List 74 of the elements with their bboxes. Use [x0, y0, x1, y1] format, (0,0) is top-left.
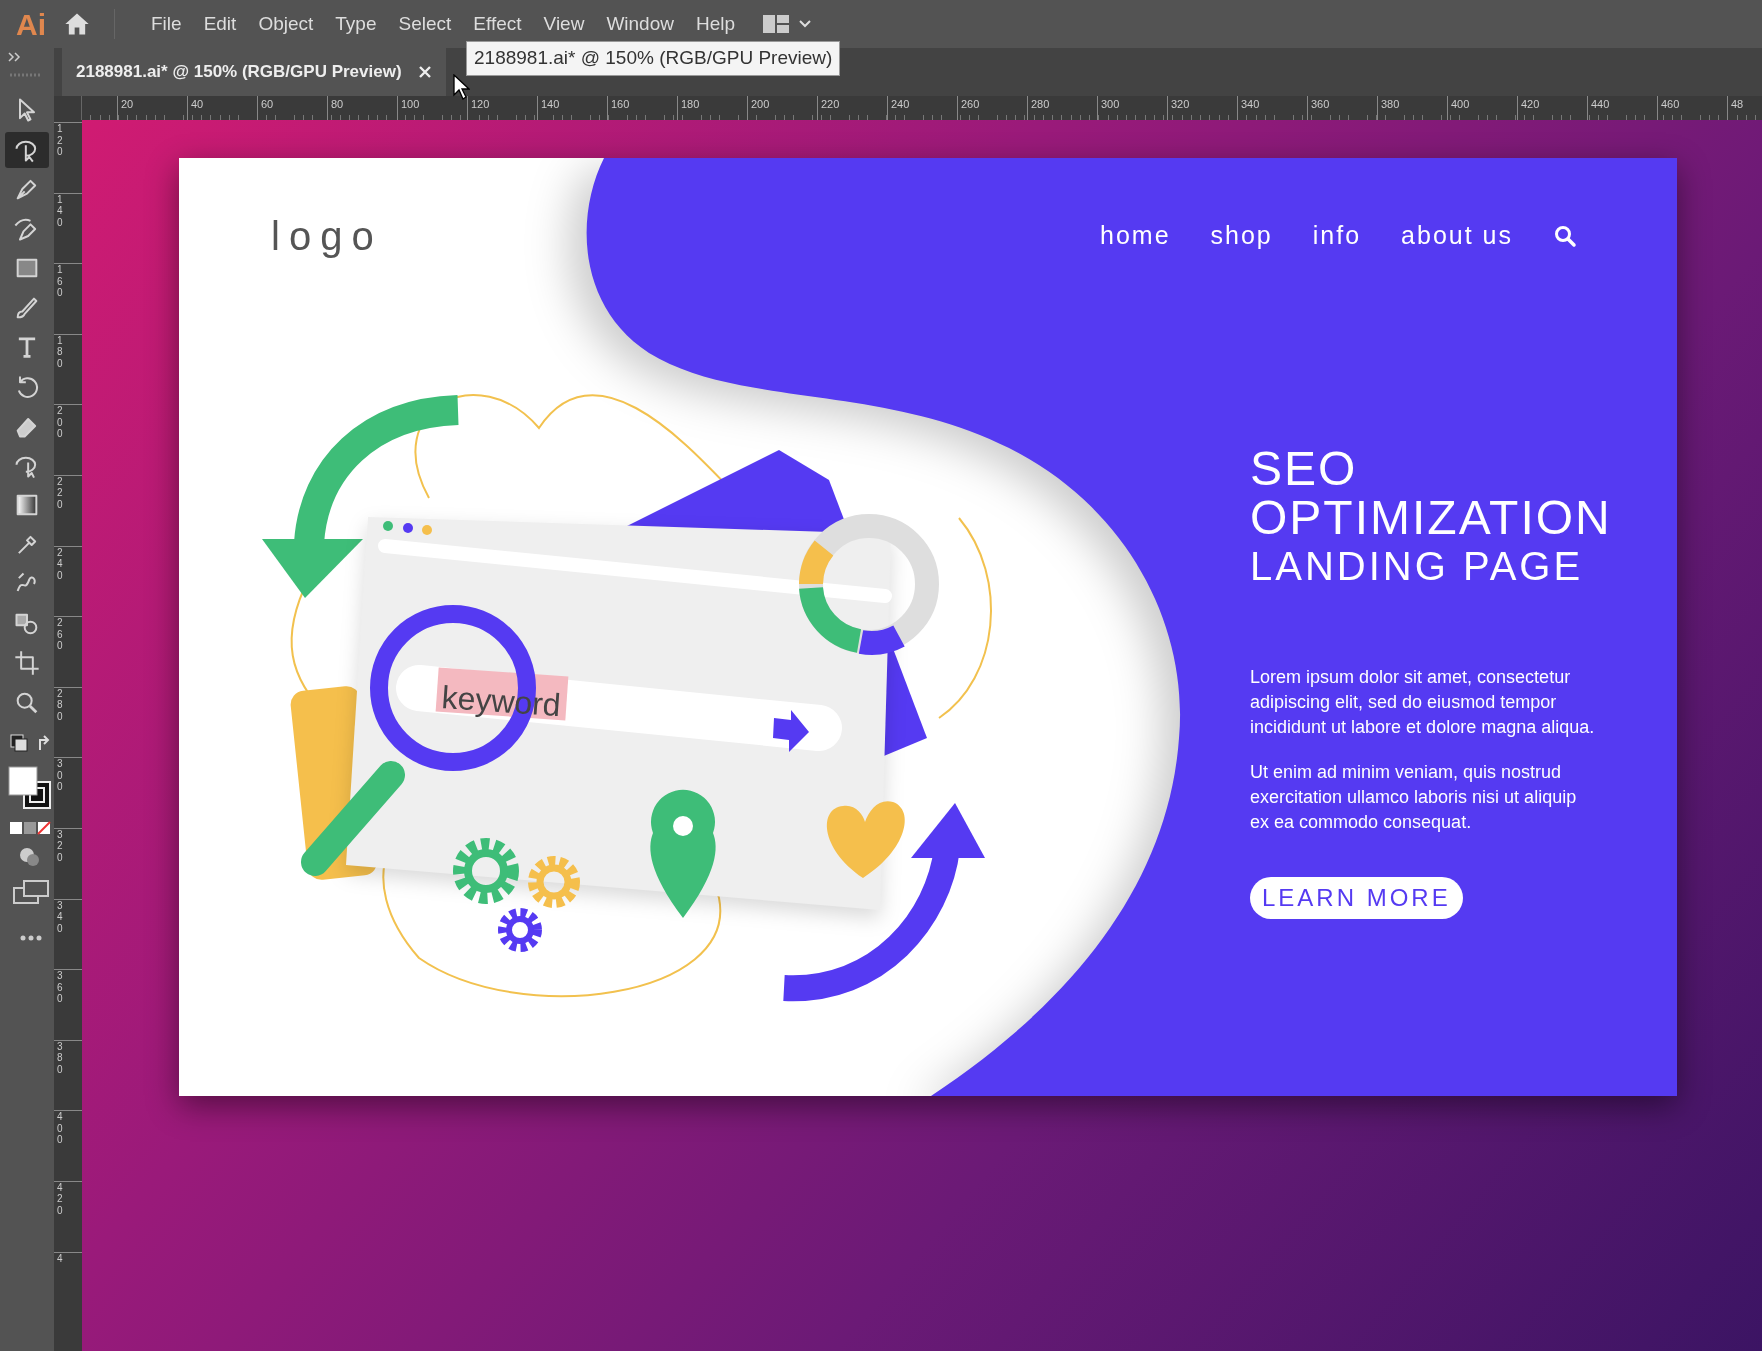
ruler-label: 320: [1171, 98, 1190, 110]
menu-item[interactable]: Type: [324, 9, 388, 39]
shaper-tool-icon[interactable]: [5, 131, 49, 168]
ruler-label: 4: [57, 1252, 64, 1264]
ruler-label: 120: [57, 123, 64, 158]
menu-item[interactable]: Select: [387, 9, 463, 39]
ruler-label: 280: [57, 687, 64, 723]
ruler-label: 340: [57, 899, 64, 935]
menu-item[interactable]: File: [140, 9, 193, 39]
ruler-label: 300: [57, 758, 64, 793]
ruler-label: 220: [821, 98, 840, 110]
ruler-label: 460: [1661, 98, 1680, 110]
ruler-label: 80: [331, 98, 344, 110]
ruler-label: 340: [1241, 98, 1260, 110]
mouse-cursor-icon: [452, 74, 470, 100]
nav-link[interactable]: home: [1100, 217, 1171, 255]
fill-stroke-swatch-icon[interactable]: [8, 766, 54, 812]
ruler-label: 420: [57, 1181, 64, 1217]
ruler-label: 160: [57, 264, 64, 299]
ruler-label: 200: [57, 405, 64, 440]
ruler-label: 360: [1311, 98, 1330, 110]
menu-item[interactable]: Effect: [462, 9, 533, 39]
ruler-label: 60: [261, 98, 274, 110]
ruler-label: 220: [57, 475, 64, 511]
ruler-label: 280: [1031, 98, 1050, 110]
ruler-label: 260: [57, 617, 64, 652]
color-mode-icon[interactable]: [8, 820, 54, 836]
tooltip: 2188981.ai* @ 150% (RGB/GPU Preview): [466, 41, 841, 76]
ruler-label: 100: [401, 98, 420, 110]
ruler-label: 380: [57, 1040, 64, 1076]
ruler-label: 360: [57, 970, 64, 1005]
ruler-label: 300: [1101, 98, 1120, 110]
ruler-label: 180: [57, 334, 64, 370]
nav-link[interactable]: info: [1312, 217, 1362, 255]
learn-more-button[interactable]: LEARN MORE: [1250, 877, 1463, 919]
ruler-label: 160: [611, 98, 630, 110]
ruler-label: 400: [1451, 98, 1470, 110]
collapse-icon[interactable]: [8, 52, 22, 62]
close-icon[interactable]: [417, 65, 432, 79]
logo-text: logo: [271, 213, 383, 260]
ruler-label: 200: [751, 98, 770, 110]
nav-link[interactable]: shop: [1210, 217, 1273, 255]
ruler-label: 180: [681, 98, 700, 110]
menu-item[interactable]: View: [532, 9, 596, 39]
hero-title: LANDING PAGE: [1250, 543, 1584, 590]
ruler-label: 48: [1731, 98, 1744, 110]
menu-item[interactable]: Edit: [192, 9, 248, 39]
keyword-text: keyword: [440, 679, 562, 724]
ruler-label: 260: [961, 98, 980, 110]
ruler-label: 240: [57, 546, 64, 582]
app-logo: Ai: [15, 6, 47, 43]
ruler-label: 140: [57, 193, 64, 229]
nav-link[interactable]: about us: [1401, 217, 1513, 255]
ruler-label: 20: [121, 98, 134, 110]
caret-icon[interactable]: [798, 19, 813, 29]
body-paragraph: Lorem ipsum dolor sit amet, consectetur adipiscing elit, sed do eiusmod tempor incididunt ut labore et dolore magna aliqua.: [1250, 666, 1595, 739]
ruler-label: 240: [891, 98, 910, 110]
workspace-icon[interactable]: [762, 14, 791, 34]
menu-item[interactable]: Help: [684, 9, 747, 39]
ruler-label: 320: [57, 828, 64, 864]
hero-title: OPTIMIZATION: [1250, 493, 1612, 542]
ruler-label: 440: [1591, 98, 1610, 110]
ruler-label: 120: [471, 98, 490, 110]
hero-title: SEO: [1250, 444, 1358, 493]
menu-item[interactable]: Window: [595, 9, 685, 39]
ruler-label: 380: [1381, 98, 1400, 110]
ruler-label: 40: [191, 98, 204, 110]
menu-item[interactable]: Object: [247, 9, 325, 39]
search-icon[interactable]: [1553, 224, 1577, 248]
ruler-label: 400: [57, 1111, 64, 1146]
ruler-label: 140: [541, 98, 560, 110]
body-paragraph: Ut enim ad minim veniam, quis nostrud exercitation ullamco laboris nisi ut aliquip ex ea commodo consequat.: [1250, 761, 1578, 834]
ruler-label: 420: [1521, 98, 1540, 110]
tab-title: 2188981.ai* @ 150% (RGB/GPU Preview): [76, 61, 402, 84]
